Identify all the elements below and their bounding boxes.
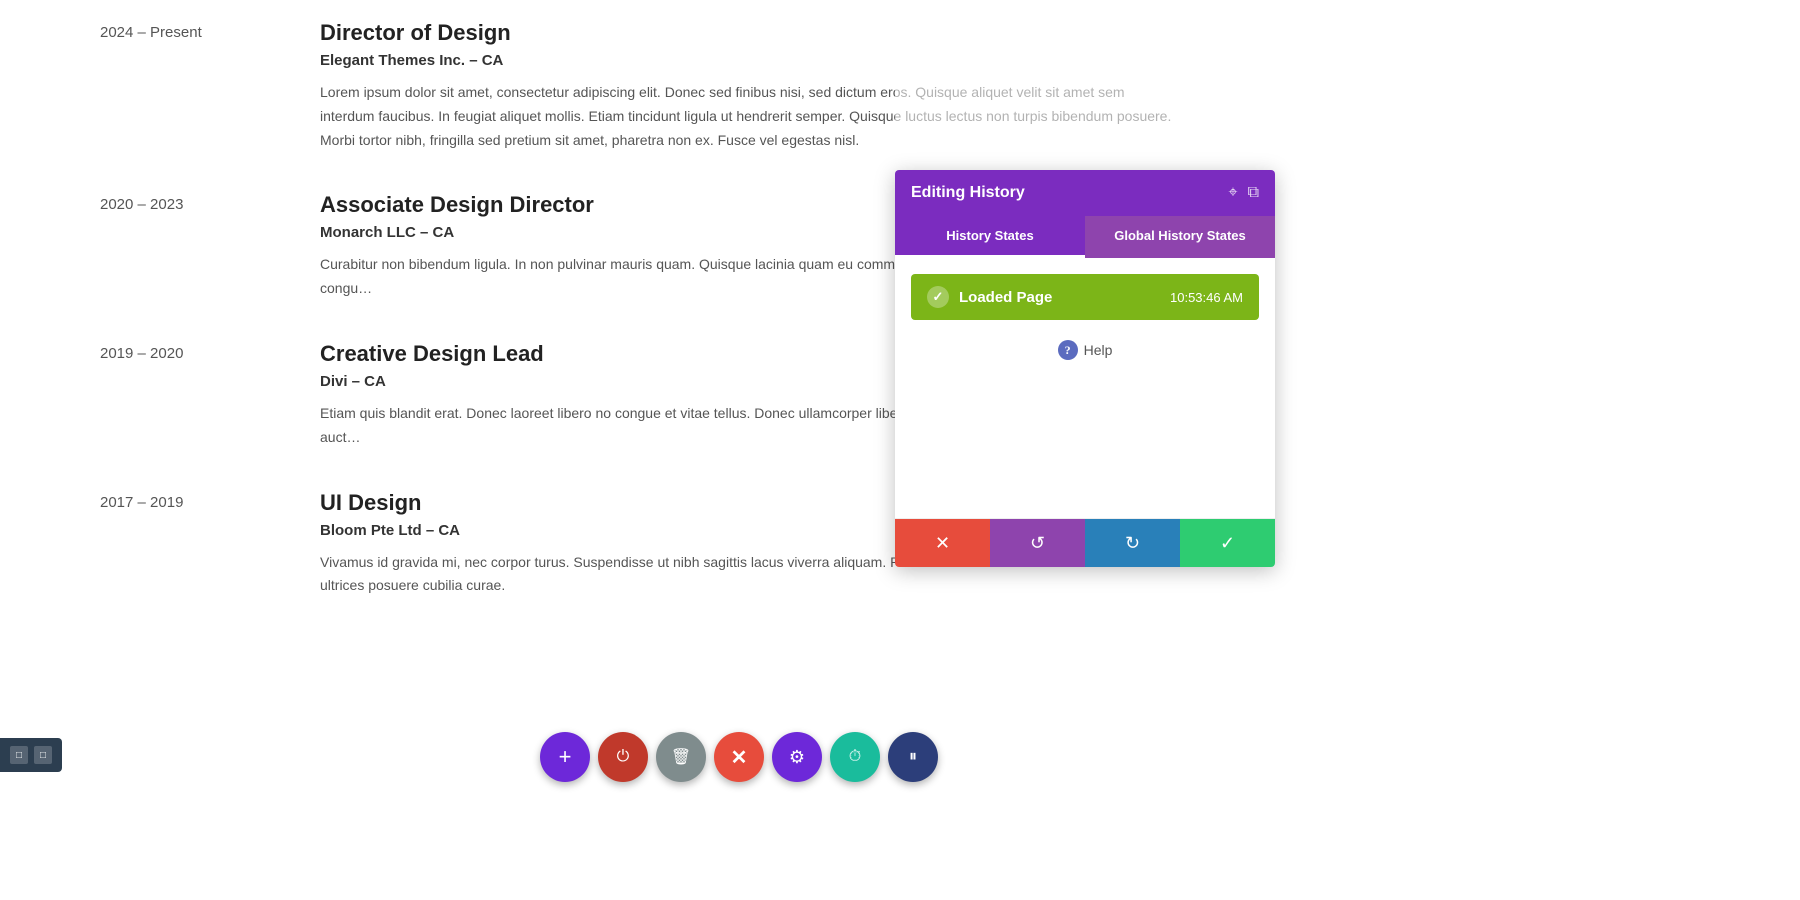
tab-history-states[interactable]: History States <box>895 216 1085 258</box>
job-description-1: Lorem ipsum dolor sit amet, consectetur … <box>320 81 1180 152</box>
tab-global-history-states[interactable]: Global History States <box>1085 216 1275 258</box>
help-row[interactable]: ? Help <box>911 340 1259 360</box>
editing-history-panel: Editing History ⌖ ⧉ History States Globa… <box>895 170 1275 567</box>
year-label-2: 2020 – 2023 <box>100 192 320 301</box>
job-content-1: Director of Design Elegant Themes Inc. –… <box>320 20 1180 152</box>
undo-button[interactable]: ↺ <box>990 519 1085 567</box>
panel-header-icons: ⌖ ⧉ <box>1229 184 1259 202</box>
year-label-1: 2024 – Present <box>100 20 320 152</box>
timeline-row-1: 2024 – Present Director of Design Elegan… <box>100 20 1800 152</box>
fab-add[interactable]: + <box>540 732 590 782</box>
help-label: Help <box>1084 342 1113 358</box>
job-title-1: Director of Design <box>320 20 1180 46</box>
history-item-left: ✓ Loaded Page <box>927 286 1052 308</box>
bottom-left-toggle: □ □ <box>0 738 62 772</box>
fab-power[interactable]: ⏻ <box>598 732 648 782</box>
toggle-btn-1[interactable]: □ <box>10 746 28 764</box>
history-item[interactable]: ✓ Loaded Page 10:53:46 AM <box>911 274 1259 320</box>
history-item-label: Loaded Page <box>959 289 1052 306</box>
panel-title: Editing History <box>911 184 1025 202</box>
help-icon: ? <box>1058 340 1078 360</box>
year-label-3: 2019 – 2020 <box>100 341 320 450</box>
save-button[interactable]: ✓ <box>1180 519 1275 567</box>
history-check-icon: ✓ <box>927 286 949 308</box>
floating-toolbar: + ⏻ 🗑 ✕ ⚙ ⏱ ⏸ <box>540 732 938 782</box>
split-icon[interactable]: ⧉ <box>1248 184 1259 202</box>
fab-close[interactable]: ✕ <box>714 732 764 782</box>
fab-settings[interactable]: ⚙ <box>772 732 822 782</box>
panel-tabs: History States Global History States <box>895 216 1275 258</box>
panel-body: ✓ Loaded Page 10:53:46 AM ? Help <box>895 258 1275 518</box>
fab-history[interactable]: ⏱ <box>830 732 880 782</box>
panel-header: Editing History ⌖ ⧉ <box>895 170 1275 216</box>
year-label-4: 2017 – 2019 <box>100 490 320 599</box>
history-item-time: 10:53:46 AM <box>1170 290 1243 305</box>
panel-actions: ✕ ↺ ↻ ✓ <box>895 518 1275 567</box>
redo-button[interactable]: ↻ <box>1085 519 1180 567</box>
fab-delete[interactable]: 🗑 <box>656 732 706 782</box>
job-company-1: Elegant Themes Inc. – CA <box>320 52 1180 69</box>
fab-pause[interactable]: ⏸ <box>888 732 938 782</box>
cancel-button[interactable]: ✕ <box>895 519 990 567</box>
expand-icon[interactable]: ⌖ <box>1229 184 1238 202</box>
toggle-btn-2[interactable]: □ <box>34 746 52 764</box>
